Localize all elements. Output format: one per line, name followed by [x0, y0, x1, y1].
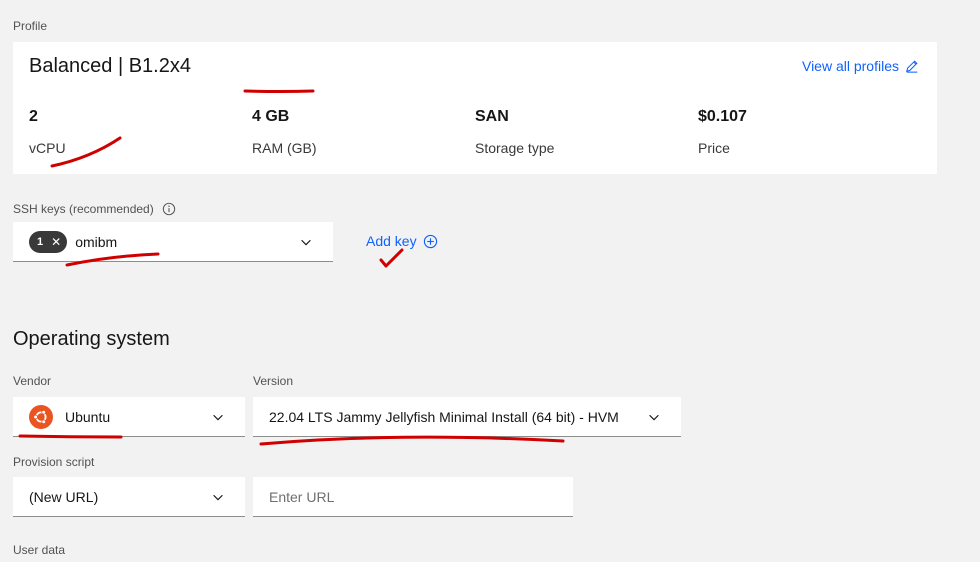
- vendor-label: Vendor: [13, 374, 52, 388]
- chevron-down-icon: [213, 494, 223, 500]
- annotation-check-add-key: [379, 248, 404, 268]
- clear-selection-icon[interactable]: ✕: [51, 235, 61, 249]
- info-icon[interactable]: [162, 202, 176, 216]
- profile-name: Balanced | B1.2x4: [29, 55, 191, 77]
- chevron-down-icon: [213, 414, 223, 420]
- add-circle-icon: [423, 234, 437, 248]
- spec-storage-label: Storage type: [475, 140, 555, 156]
- scrollbar[interactable]: [972, 0, 980, 562]
- provision-script-label: Provision script: [13, 455, 95, 469]
- provision-url-input[interactable]: [253, 477, 573, 517]
- vendor-value: Ubuntu: [65, 408, 111, 425]
- view-all-profiles-link[interactable]: View all profiles: [802, 58, 919, 74]
- spec-storage: SAN Storage type: [475, 108, 554, 156]
- ssh-keys-multiselect[interactable]: 1 ✕ omibm: [13, 222, 333, 262]
- operating-system-title: Operating system: [13, 328, 170, 350]
- spec-ram-label: RAM (GB): [252, 140, 317, 156]
- edit-pencil-icon: [905, 60, 918, 73]
- profile-section-label: Profile: [13, 19, 48, 33]
- profile-card: Balanced | B1.2x4 View all profiles 2 vC…: [13, 42, 937, 174]
- user-data-label: User data: [13, 543, 66, 557]
- add-key-label: Add key: [366, 233, 417, 249]
- spec-vcpu: 2 vCPU: [29, 108, 66, 156]
- add-key-button[interactable]: Add key: [366, 233, 438, 249]
- vendor-dropdown[interactable]: Ubuntu: [13, 397, 245, 437]
- spec-price-value: $0.107: [698, 108, 747, 125]
- provision-type-value: (New URL): [29, 488, 99, 505]
- ssh-selected-key: omibm: [75, 233, 118, 250]
- spec-price: $0.107 Price: [698, 108, 747, 156]
- spec-price-label: Price: [698, 140, 730, 156]
- version-value: 22.04 LTS Jammy Jellyfish Minimal Instal…: [269, 408, 619, 425]
- version-dropdown[interactable]: 22.04 LTS Jammy Jellyfish Minimal Instal…: [253, 397, 681, 437]
- ubuntu-logo-icon: [29, 404, 53, 429]
- spec-ram: 4 GB RAM (GB): [252, 108, 317, 156]
- spec-ram-value: 4 GB: [252, 108, 290, 125]
- spec-vcpu-value: 2: [29, 108, 38, 125]
- view-all-profiles-label: View all profiles: [801, 58, 899, 74]
- annotation-underline-version: [259, 435, 565, 446]
- provision-type-dropdown[interactable]: (New URL): [13, 477, 245, 517]
- spec-storage-value: SAN: [475, 108, 509, 125]
- selected-count: 1: [37, 235, 44, 248]
- spec-vcpu-label: vCPU: [29, 140, 66, 156]
- version-label: Version: [253, 374, 294, 388]
- selected-count-tag: 1 ✕: [29, 230, 68, 253]
- ssh-keys-label-row: SSH keys (recommended): [13, 202, 176, 216]
- chevron-down-icon: [301, 239, 311, 245]
- chevron-down-icon: [649, 414, 659, 420]
- ssh-keys-label: SSH keys (recommended): [13, 202, 154, 216]
